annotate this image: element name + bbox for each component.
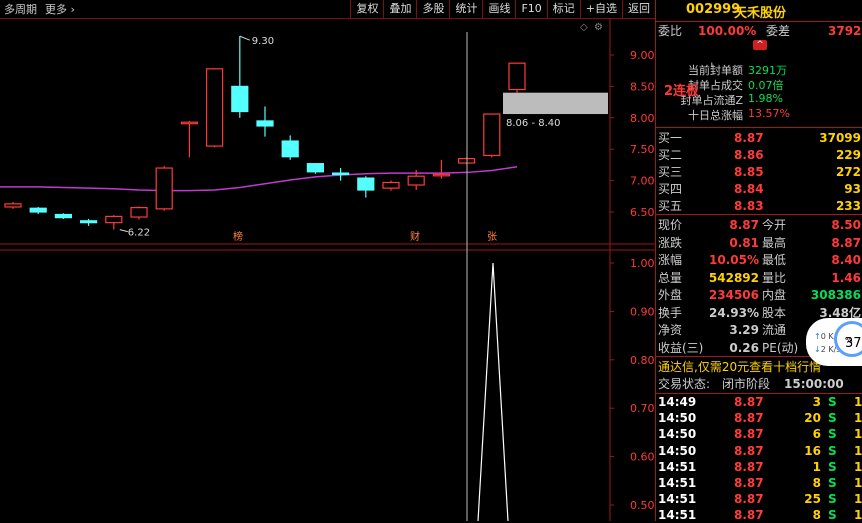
memory-gauge: 37% — [834, 321, 862, 357]
limit-up-badge: 2连板 — [664, 84, 700, 99]
price-tick-label: 9.00 — [630, 49, 655, 62]
tick-trade-row: 14:51 8.87 25 S 1 — [658, 492, 862, 507]
ma-line — [0, 166, 518, 192]
kline-chart[interactable]: 9.00 8.50 8.00 7.50 7.00 6.50 1.00 0.90 0.80 0.70… — [0, 18, 655, 521]
info-icon: ! — [710, 62, 714, 72]
toolbar-button-4[interactable]: 画线 — [482, 0, 515, 18]
seal-value: 0.07倍 — [748, 79, 784, 92]
tick-trade-row: 14:51 8.87 1 S 1 — [658, 459, 862, 474]
event-marker[interactable]: 张 — [487, 231, 497, 243]
candle[interactable] — [382, 180, 400, 191]
candle[interactable] — [432, 159, 450, 179]
candle[interactable] — [105, 215, 123, 230]
tick-trade-row: 14:50 8.87 16 S 1 — [658, 443, 862, 458]
candle[interactable] — [483, 113, 501, 158]
seal-label: 十日总涨幅 — [688, 109, 743, 122]
seal-value: 1.98% — [748, 92, 783, 105]
candle[interactable] — [281, 135, 299, 160]
low-price-label: 6.22 — [128, 228, 150, 239]
price-tick-label: 6.50 — [630, 206, 655, 219]
quote-row: 总量 542892 量比 1.46 — [658, 270, 861, 285]
high-price-label: 9.30 — [252, 36, 274, 47]
candle[interactable] — [206, 68, 224, 148]
toolbar-button-1[interactable]: 叠加 — [383, 0, 416, 18]
seal-value: 13.57% — [748, 107, 790, 120]
tick-trade-row: 14:51 8.87 8 S 1 — [658, 476, 862, 490]
quote-row: 外盘 234506 内盘 308386 — [658, 288, 861, 302]
quote-row: 涨幅 10.05% 最低 8.40 — [658, 253, 861, 267]
buy-level-row[interactable]: 买三 8.85 272 — [656, 163, 862, 181]
buy-level-row[interactable]: 买一 8.87 37099 — [656, 129, 862, 147]
period-menu[interactable]: 多周期 — [4, 1, 37, 17]
upload-icon: ↑ — [814, 332, 821, 341]
network-speed-widget[interactable]: ↑0 K/s ↓2 K/s 37% — [806, 318, 862, 366]
candle[interactable] — [256, 106, 274, 137]
quote-row: 涨跌 0.81 最高 8.87 — [658, 235, 861, 250]
osc-tick-label: 0.70 — [630, 402, 655, 415]
tick-trade-row: 14:50 8.87 20 S 1 — [658, 411, 862, 426]
tick-trade-row: 14:50 8.87 6 S 1 — [658, 427, 862, 442]
osc-tick-label: 0.50 — [630, 499, 655, 512]
gear-icon[interactable]: ⚙ — [594, 22, 603, 33]
download-icon: ↓ — [814, 345, 821, 354]
candle[interactable] — [155, 166, 173, 211]
candle[interactable] — [357, 176, 375, 198]
commission-row: 委比 100.00% 委差 37926 — [658, 24, 862, 38]
candle[interactable] — [231, 36, 249, 118]
tick-trade-row: 14:49 8.87 3 S 1 — [658, 395, 862, 409]
chart-toolbar: 多周期 更多 › 复权 叠加 多股 统计 画线 F10 标记 +自选 返回 — [0, 0, 655, 19]
osc-tick-label: 0.80 — [630, 354, 655, 367]
osc-tick-label: 0.60 — [630, 451, 655, 464]
candle[interactable] — [332, 168, 350, 181]
osc-tick-label: 1.00 — [630, 257, 655, 270]
candle[interactable] — [508, 62, 526, 93]
candle[interactable] — [180, 120, 198, 158]
buy-level-row[interactable]: 买二 8.86 229 — [656, 146, 862, 164]
event-marker[interactable]: 财 — [410, 230, 420, 243]
price-tick-label: 7.50 — [630, 143, 655, 156]
candle[interactable] — [306, 163, 324, 174]
upgrade-notice[interactable]: 通达信,仅需20元查看十档行情 — [658, 358, 821, 375]
chevron-right-icon: › — [70, 3, 75, 16]
oscillator-line — [477, 262, 509, 521]
trade-status: 交易状态: 闭市阶段 15:00:00 — [658, 377, 844, 391]
collapse-icon[interactable]: ^ — [753, 40, 767, 50]
toolbar-button-7[interactable]: +自选 — [579, 0, 622, 18]
candle[interactable] — [4, 201, 22, 209]
seal-value: 3291万 — [748, 64, 787, 77]
more-menu[interactable]: 更多 › — [45, 1, 75, 17]
candle[interactable] — [29, 206, 47, 214]
stock-code: 002999 — [686, 2, 741, 17]
candle[interactable] — [130, 206, 148, 220]
event-marker[interactable]: 榜 — [233, 230, 243, 243]
toolbar-button-6[interactable]: 标记 — [546, 0, 580, 18]
toolbar-button-8[interactable]: 返回 — [622, 0, 655, 18]
quote-panel: 002999 天禾股份 委比 100.00% 委差 37926 ^ 当前封单额 3… — [655, 0, 862, 522]
toolbar-button-5[interactable]: F10 — [515, 0, 546, 18]
buy-level-row[interactable]: 买四 8.84 93 — [656, 180, 862, 198]
candle[interactable] — [79, 218, 98, 226]
stock-title[interactable]: 002999 天禾股份 — [656, 0, 862, 21]
seal-label: 当前封单额 — [688, 64, 743, 77]
diamond-icon[interactable]: ◇ — [580, 22, 588, 33]
price-range-box — [503, 92, 608, 115]
buy-level-row[interactable]: 买五 8.83 233 — [656, 197, 862, 215]
quote-row: 现价 8.87 今开 8.50 — [658, 218, 861, 232]
stock-name: 天禾股份 — [734, 6, 787, 21]
range-label: 8.06 - 8.40 — [506, 118, 561, 129]
candle[interactable] — [54, 213, 73, 219]
osc-tick-label: 0.90 — [630, 305, 655, 318]
toolbar-button-3[interactable]: 统计 — [449, 0, 482, 18]
price-tick-label: 8.00 — [630, 112, 655, 125]
toolbar-button-0[interactable]: 复权 — [350, 0, 383, 18]
toolbar-button-2[interactable]: 多股 — [416, 0, 449, 18]
price-tick-label: 8.50 — [630, 80, 655, 93]
price-tick-label: 7.00 — [630, 175, 655, 188]
